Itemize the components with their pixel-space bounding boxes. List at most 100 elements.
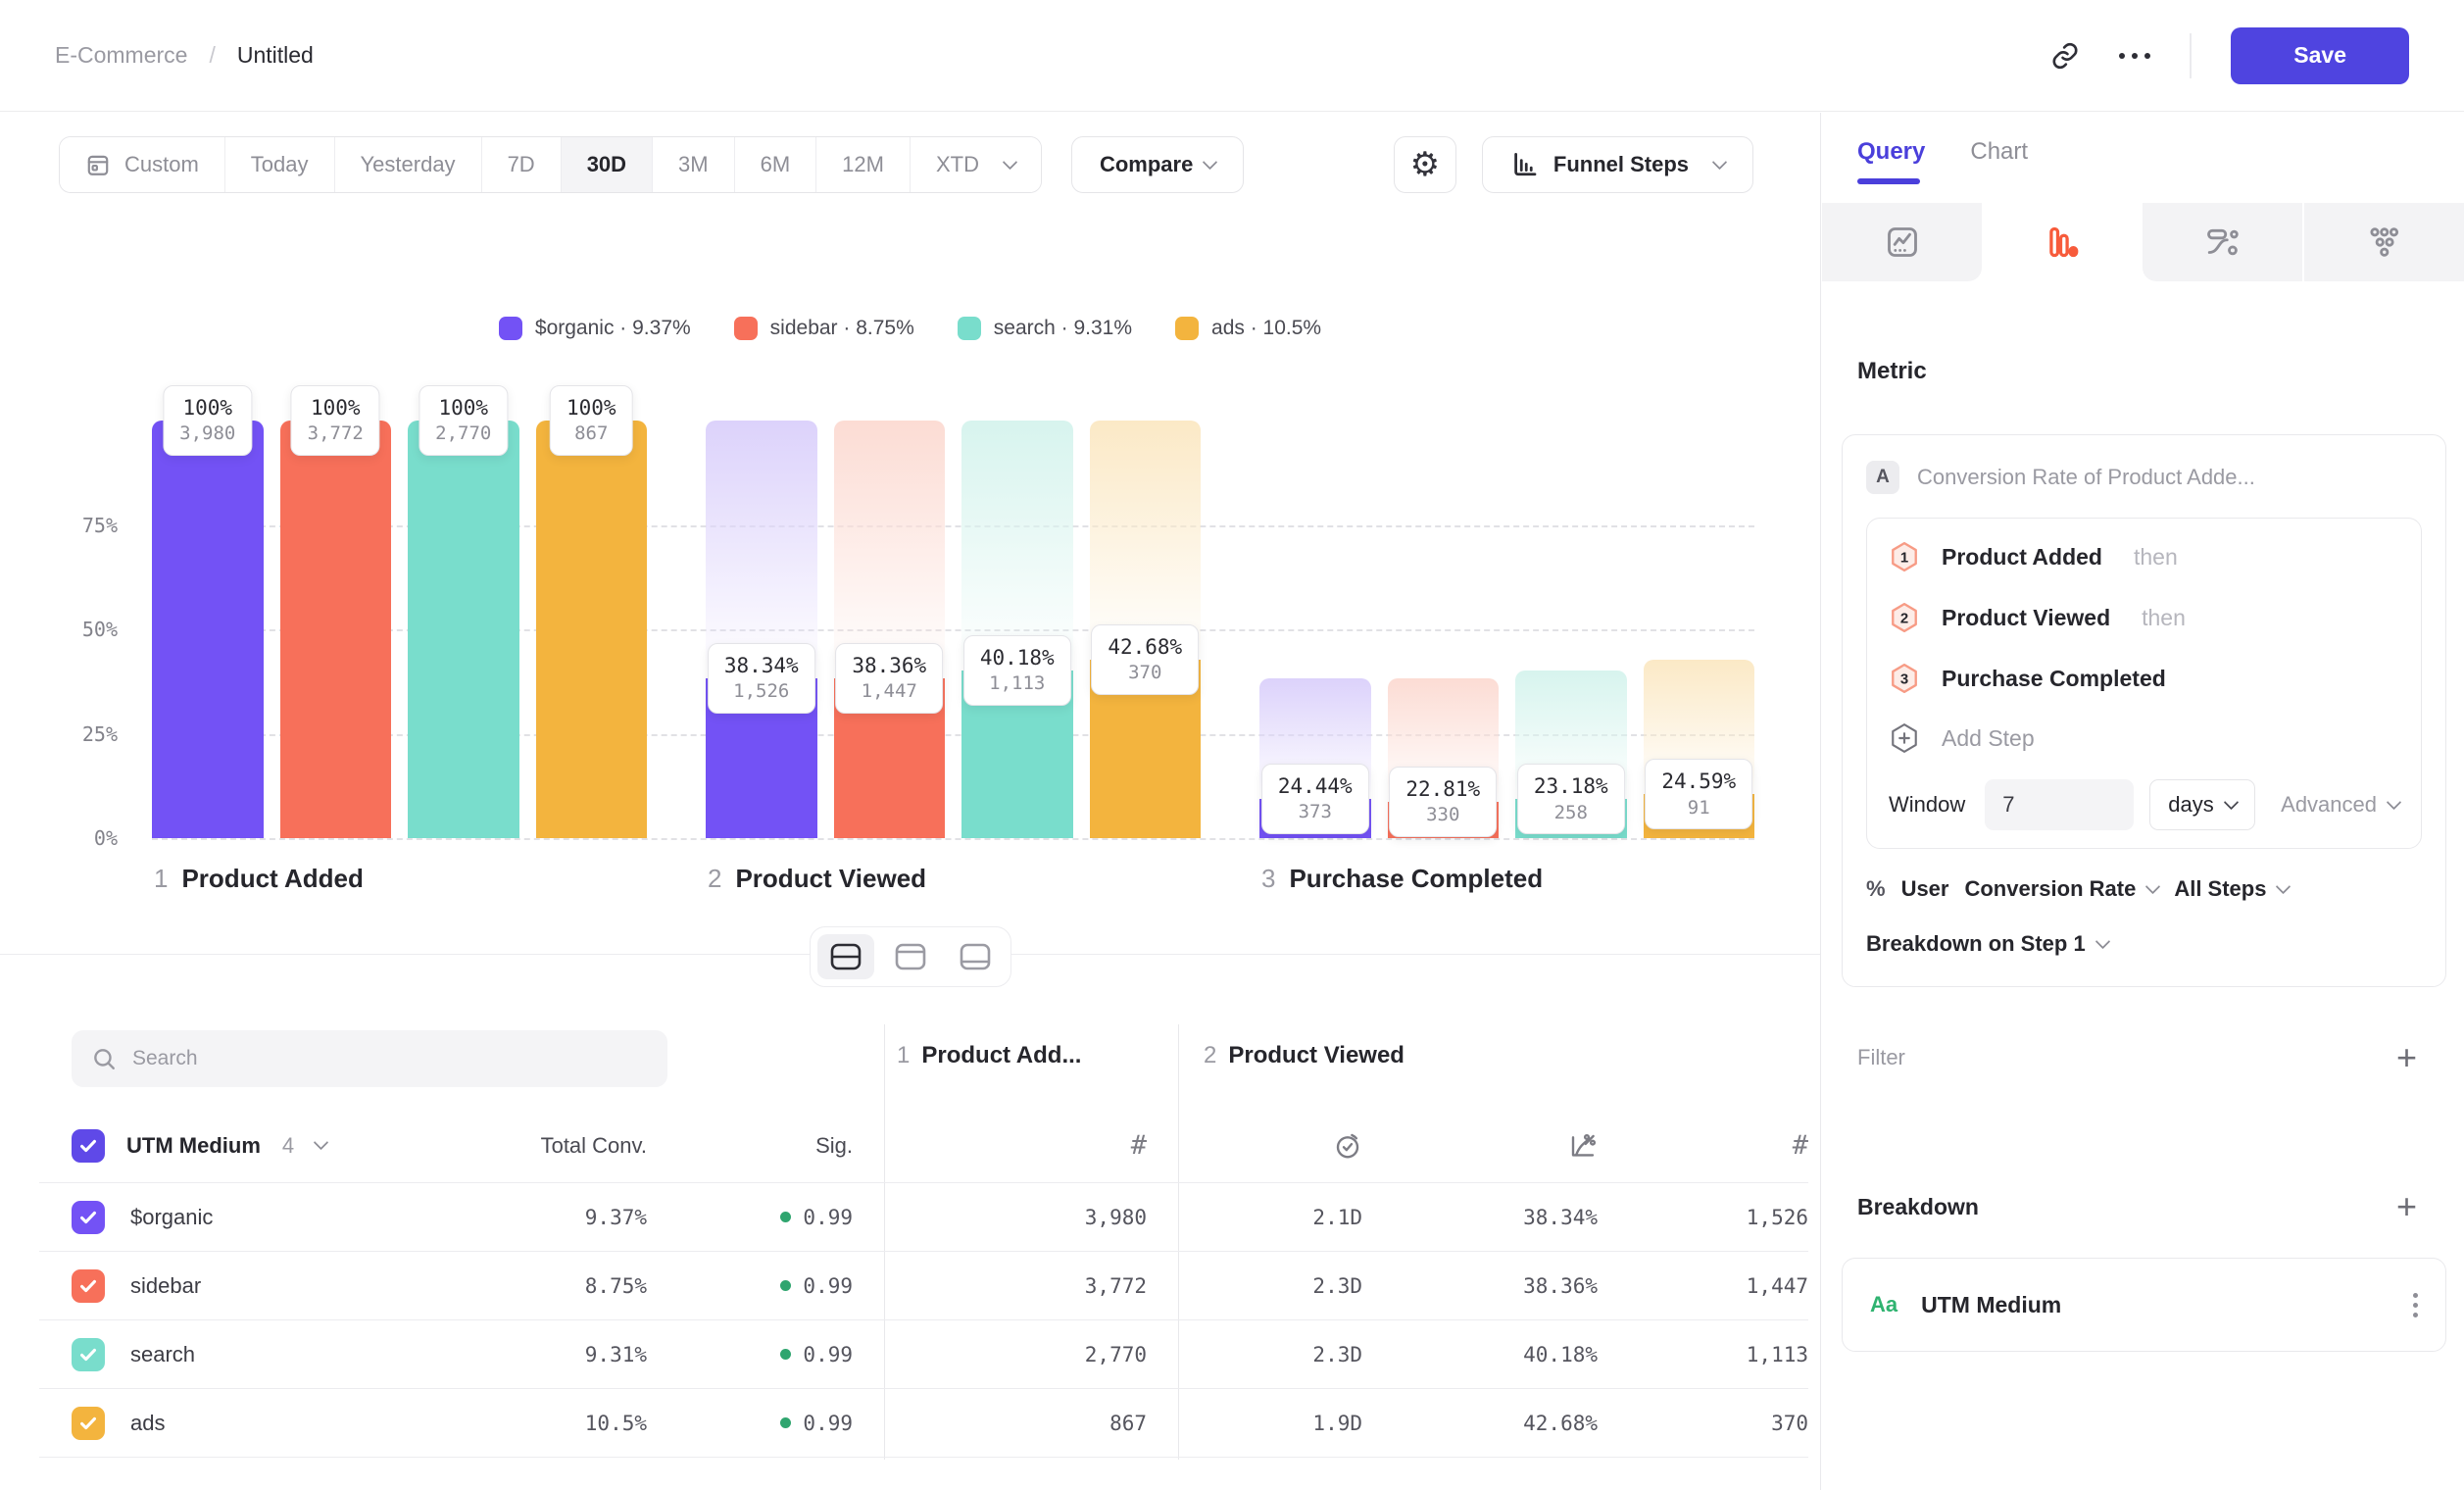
metric-title-row[interactable]: A Conversion Rate of Product Adde... (1866, 461, 2422, 494)
row-name: search (130, 1342, 195, 1367)
date-range-3m[interactable]: 3M (652, 137, 734, 192)
bar-value-label: 100%3,980 (163, 385, 252, 456)
report-type-flows[interactable] (2143, 203, 2302, 281)
funnel-bar-search-step2[interactable]: 40.18%1,113 (961, 421, 1073, 838)
report-type-funnels[interactable] (1982, 203, 2142, 281)
conv-rate-column-header[interactable] (1362, 1131, 1598, 1161)
chart-settings-button[interactable]: ⚙ (1394, 136, 1456, 193)
row-name: ads (130, 1411, 165, 1436)
funnel-bar-sidebar-step1[interactable]: 100%3,772 (280, 421, 392, 838)
bar-conversion-pct: 38.34% (724, 653, 799, 679)
step2-avg-time: 2.1D (1210, 1206, 1362, 1229)
topbar-divider (2190, 33, 2192, 78)
flows-icon (2204, 224, 2240, 260)
row-checkbox[interactable] (72, 1201, 105, 1234)
table-search[interactable] (72, 1030, 667, 1087)
sig-header[interactable]: Sig. (647, 1133, 853, 1159)
avg-time-column-header[interactable] (1210, 1131, 1362, 1161)
compare-button[interactable]: Compare (1071, 136, 1244, 193)
funnel-bar-ads-step1[interactable]: 100%867 (536, 421, 648, 838)
window-value-input[interactable] (1985, 779, 2134, 830)
date-range-today[interactable]: Today (224, 137, 334, 192)
table-group-header-step1: 1Product Add... (897, 1042, 1081, 1069)
layout-view-toggle (810, 926, 1011, 987)
advanced-dropdown[interactable]: Advanced (2281, 792, 2399, 818)
legend-item-ads[interactable]: ads · 10.5% (1175, 317, 1321, 340)
add-breakdown-button[interactable]: + (2396, 1189, 2417, 1224)
table-row-sidebar[interactable]: sidebar8.75%0.993,7722.3D38.36%1,447 (39, 1252, 1808, 1320)
table-row-ads[interactable]: ads10.5%0.998671.9D42.68%370 (39, 1389, 1808, 1458)
chart-controls: CustomTodayYesterday7D30D3M6M12MXTD Comp… (59, 136, 1753, 193)
metric-step-1[interactable]: 1Product Addedthen (1889, 526, 2399, 587)
search-input[interactable] (132, 1047, 648, 1070)
legend-item-search[interactable]: search · 9.31% (958, 317, 1132, 340)
counting-method[interactable]: User (1901, 876, 1949, 902)
table-row-search[interactable]: search9.31%0.992,7702.3D40.18%1,113 (39, 1320, 1808, 1389)
add-filter-button[interactable]: + (2396, 1040, 2417, 1075)
view-toggle-chart-only[interactable] (882, 934, 939, 979)
y-axis-label: 25% (27, 722, 118, 746)
funnel-bar-ads-step3[interactable]: 24.59%91 (1644, 421, 1755, 838)
count-column-header[interactable]: # (1598, 1130, 1808, 1161)
funnel-step-group-3: 24.44%37322.81%33023.18%25824.59%913Purc… (1259, 421, 1754, 838)
legend-item-organic[interactable]: $organic · 9.37% (499, 317, 691, 340)
date-range-7d[interactable]: 7D (481, 137, 561, 192)
date-range-yesterday[interactable]: Yesterday (334, 137, 481, 192)
add-step-button[interactable]: Add Step (1889, 709, 2399, 768)
row-checkbox[interactable] (72, 1338, 105, 1371)
step-then-suffix: then (2142, 605, 2186, 631)
step-number: 3 (1261, 864, 1275, 893)
property-options-menu[interactable] (2413, 1293, 2418, 1317)
row-checkbox[interactable] (72, 1407, 105, 1440)
funnel-bar-sidebar-step2[interactable]: 38.36%1,447 (834, 421, 946, 838)
bar-count: 2,770 (435, 422, 491, 446)
step-number-hexagon: 1 (1889, 541, 1920, 572)
share-link-button[interactable] (2050, 41, 2080, 71)
funnel-bar-search-step3[interactable]: 23.18%258 (1515, 421, 1627, 838)
breadcrumb-project[interactable]: E-Commerce (55, 42, 187, 69)
chart-only-icon (895, 943, 926, 970)
breakdown-column-header[interactable]: UTM Medium (126, 1133, 261, 1159)
window-unit-dropdown[interactable]: days (2149, 779, 2254, 830)
more-menu-button[interactable] (2119, 53, 2150, 59)
save-button[interactable]: Save (2231, 27, 2409, 84)
funnel-bar-organic-step2[interactable]: 38.34%1,526 (706, 421, 817, 838)
breadcrumb-report-title[interactable]: Untitled (237, 42, 314, 69)
funnel-bar-organic-step3[interactable]: 24.44%373 (1259, 421, 1371, 838)
bar-conversion-pct: 23.18% (1534, 773, 1608, 800)
view-toggle-split-view[interactable] (817, 934, 874, 979)
bar-value-label: 100%3,772 (291, 385, 380, 456)
date-range-30d[interactable]: 30D (561, 137, 652, 192)
breakdown-on-step-dropdown[interactable]: Breakdown on Step 1 (1866, 931, 2422, 957)
chevron-down-icon[interactable] (314, 1135, 329, 1151)
funnel-bar-search-step1[interactable]: 100%2,770 (408, 421, 519, 838)
table-row-organic[interactable]: $organic9.37%0.993,9802.1D38.34%1,526 (39, 1183, 1808, 1252)
steps-scope-dropdown[interactable]: All Steps (2174, 876, 2289, 902)
legend-item-sidebar[interactable]: sidebar · 8.75% (734, 317, 914, 340)
total-conv-header[interactable]: Total Conv. (490, 1133, 647, 1159)
report-type-insights[interactable] (1822, 203, 1982, 281)
metric-step-3[interactable]: 3Purchase Completed (1889, 648, 2399, 709)
date-range-6m[interactable]: 6M (734, 137, 816, 192)
date-range-custom[interactable]: Custom (60, 137, 224, 192)
breakdown-property-card[interactable]: Aa UTM Medium (1842, 1258, 2446, 1352)
breakdown-section: Breakdown + (1857, 1189, 2417, 1224)
measurement-row: % User Conversion Rate All Steps (1866, 876, 2422, 902)
chart-type-dropdown[interactable]: Funnel Steps (1482, 136, 1753, 193)
measure-dropdown[interactable]: Conversion Rate (1964, 876, 2158, 902)
date-range-12m[interactable]: 12M (815, 137, 910, 192)
date-range-xtd[interactable]: XTD (910, 137, 1041, 192)
select-all-checkbox[interactable] (72, 1129, 105, 1163)
tab-chart[interactable]: Chart (1970, 138, 2033, 203)
tab-query[interactable]: Query (1857, 138, 1925, 203)
report-type-retention[interactable] (2302, 203, 2464, 281)
funnel-bar-organic-step1[interactable]: 100%3,980 (152, 421, 264, 838)
retention-dots-icon (2366, 224, 2401, 260)
count-column-header[interactable]: # (916, 1130, 1147, 1161)
funnel-bar-ads-step2[interactable]: 42.68%370 (1090, 421, 1202, 838)
metric-step-2[interactable]: 2Product Viewedthen (1889, 587, 2399, 648)
row-checkbox[interactable] (72, 1269, 105, 1303)
funnel-bar-sidebar-step3[interactable]: 22.81%330 (1388, 421, 1500, 838)
bar-count: 867 (567, 422, 616, 446)
view-toggle-table-only[interactable] (947, 934, 1004, 979)
